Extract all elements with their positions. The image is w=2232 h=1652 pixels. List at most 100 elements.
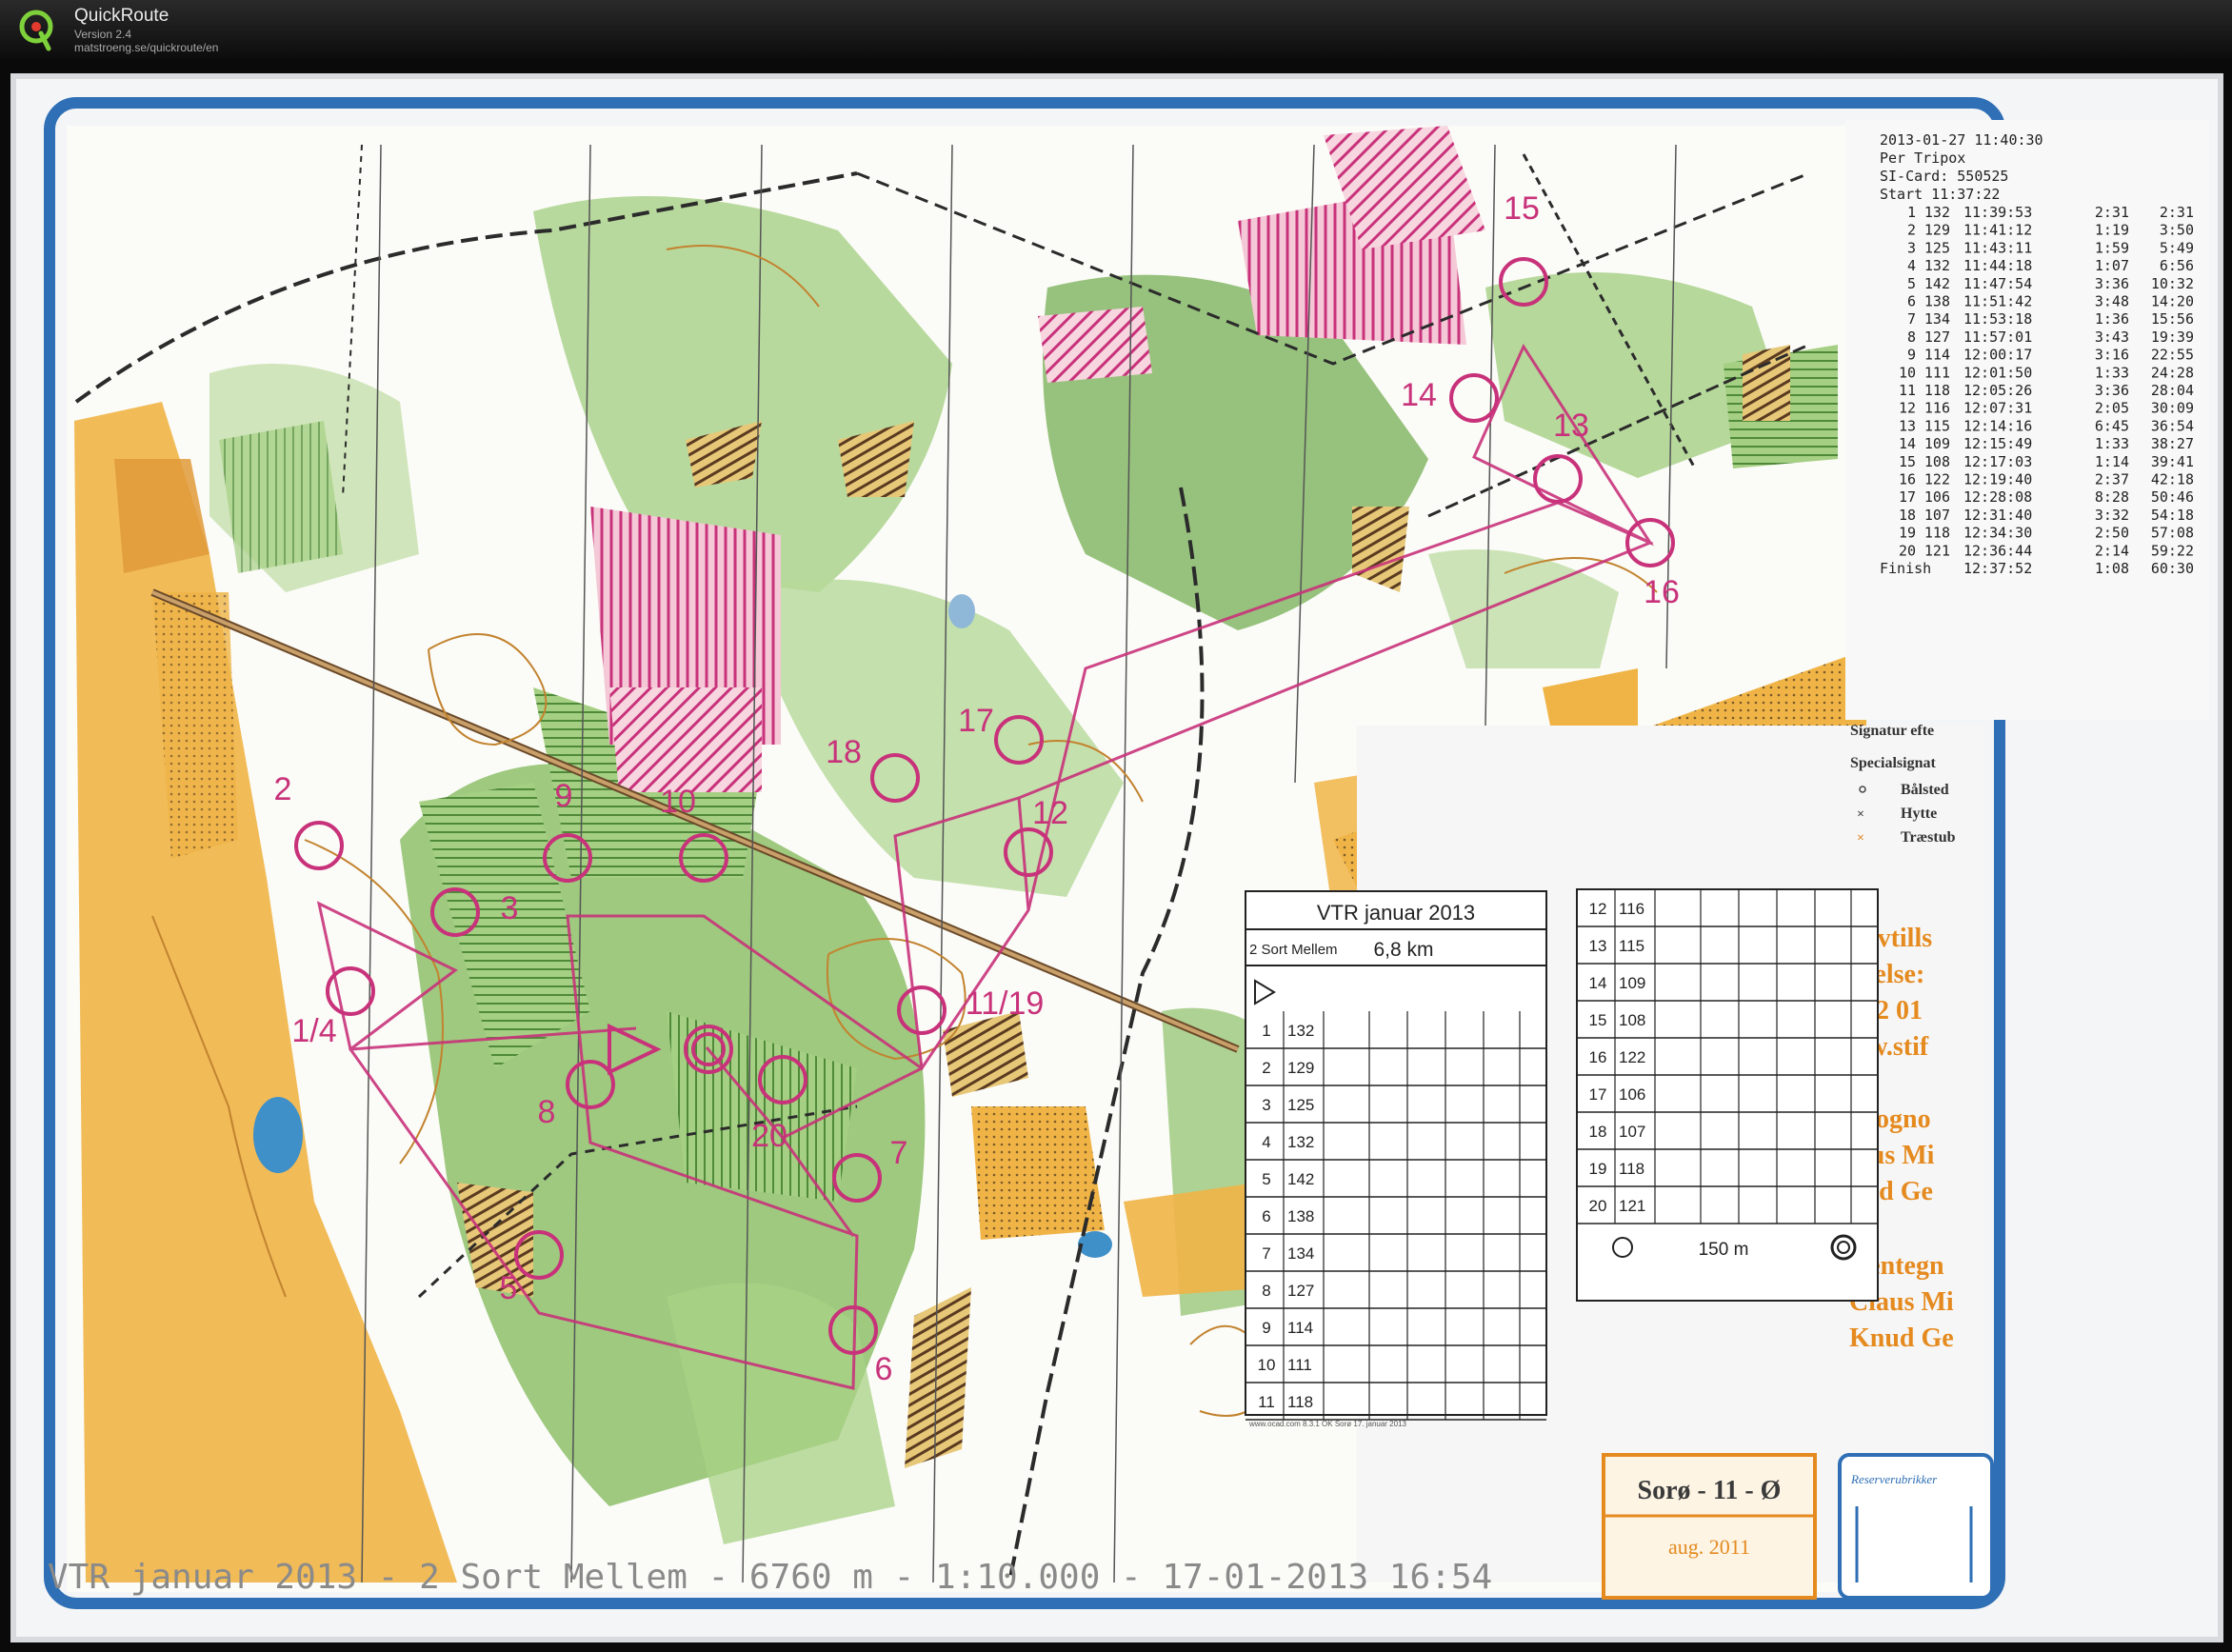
split-cell: 14 [1899, 435, 1916, 452]
description-code: 115 [1619, 937, 1644, 955]
split-cell: 10:32 [2151, 275, 2194, 292]
split-cell: 4 [1907, 257, 1916, 274]
description-code: 109 [1619, 974, 1645, 992]
split-cell: 115 [1924, 417, 1950, 434]
finish-distance: 150 m [1699, 1240, 1749, 1260]
description-course: 2 Sort Mellem [1249, 942, 1338, 958]
split-cell: 24:28 [2151, 364, 2194, 381]
split-cell: 22:55 [2151, 347, 2194, 364]
split-cell: 11:53:18 [1963, 310, 2032, 328]
description-code: 122 [1619, 1048, 1645, 1066]
split-cell: 5 [1907, 275, 1916, 292]
description-number: 6 [1262, 1207, 1270, 1225]
split-cell: 9 [1907, 347, 1916, 364]
control-number: 6 [875, 1351, 893, 1387]
split-cell: 12:05:26 [1963, 382, 2032, 399]
split-cell: 2:37 [2095, 471, 2129, 488]
split-header-line: Per Tripox [1880, 149, 1965, 167]
split-cell: 6:56 [2160, 257, 2194, 274]
split-cell: 11:57:01 [1963, 328, 2032, 346]
split-cell: 138 [1924, 293, 1950, 310]
map-date: aug. 2011 [1668, 1535, 1750, 1559]
split-cell: 2 [1907, 222, 1916, 239]
split-cell: 12:34:30 [1963, 525, 2032, 542]
split-header-line: 2013-01-27 11:40:30 [1880, 131, 2043, 149]
split-cell: 42:18 [2151, 471, 2194, 488]
split-cell: 8 [1907, 328, 1916, 346]
control-number: 12 [1032, 795, 1068, 831]
split-cell: 12:15:49 [1963, 435, 2032, 452]
legend-item: Træstub [1901, 829, 1956, 846]
split-cell: 3:50 [2160, 222, 2194, 239]
split-cell: 1:08 [2095, 560, 2129, 577]
split-header-line: SI-Card: 550525 [1880, 168, 2008, 185]
description-code: 116 [1619, 900, 1644, 918]
description-number: 2 [1262, 1059, 1270, 1077]
description-number: 9 [1262, 1319, 1270, 1337]
split-cell: 7 [1907, 310, 1916, 328]
description-code: 121 [1619, 1197, 1645, 1215]
split-cell: 3:16 [2095, 347, 2129, 364]
reserve-box: Reserverubrikker [1838, 1453, 1994, 1600]
legend-heading-1: Signatur efte [1850, 723, 1934, 739]
description-code: 111 [1287, 1356, 1312, 1374]
split-cell: 1:33 [2095, 435, 2129, 452]
split-printout: 2013-01-27 11:40:30 Per Tripox SI-Card: 55… [1845, 120, 2209, 720]
split-cell: 12:37:52 [1963, 560, 2032, 577]
description-number: 4 [1262, 1133, 1270, 1151]
description-number: 15 [1589, 1011, 1607, 1029]
split-cell: 59:22 [2151, 542, 2194, 559]
orienteering-map[interactable]: 15141316171812239 101/411/19820 756 2013-0… [0, 59, 2232, 1652]
description-number: 7 [1262, 1244, 1270, 1263]
split-cell: 11 [1899, 382, 1916, 399]
split-cell: 1:07 [2095, 257, 2129, 274]
control-number: 15 [1504, 190, 1540, 227]
split-cell: 134 [1924, 310, 1950, 328]
split-cell: 20 [1899, 542, 1916, 559]
control-number: 13 [1553, 408, 1589, 444]
app-url[interactable]: matstroeng.se/quickroute/en [74, 41, 218, 54]
description-code: 127 [1287, 1282, 1314, 1300]
split-cell: 60:30 [2151, 560, 2194, 577]
split-cell: 132 [1924, 204, 1950, 221]
quickroute-logo-icon [19, 10, 53, 51]
legend-heading-2: Specialsignat [1850, 755, 1936, 771]
split-cell: 2:50 [2095, 525, 2129, 542]
split-cell: 1:19 [2095, 222, 2129, 239]
split-cell: 1:33 [2095, 364, 2129, 381]
description-code: 106 [1619, 1085, 1645, 1104]
credit-line: Knud Ge [1849, 1324, 1954, 1353]
control-number: 18 [826, 734, 862, 770]
split-cell: 111 [1924, 364, 1950, 381]
split-cell: 121 [1924, 542, 1950, 559]
split-cell: 14:20 [2151, 293, 2194, 310]
split-cell: 127 [1924, 328, 1950, 346]
description-number: 20 [1589, 1197, 1607, 1215]
description-footer: www.ocad.com 8.3.1 OK Sorø 17. januar 20… [1248, 1420, 1407, 1428]
split-cell: 2:14 [2095, 542, 2129, 559]
split-cell: 1:59 [2095, 239, 2129, 256]
split-cell: 132 [1924, 257, 1950, 274]
map-title-box: Sorø - 11 - Ø aug. 2011 [1602, 1453, 1817, 1600]
split-cell: 109 [1924, 435, 1950, 452]
split-cell: 15:56 [2151, 310, 2194, 328]
description-number: 17 [1589, 1085, 1607, 1104]
split-cell: 28:04 [2151, 382, 2194, 399]
map-view[interactable]: 15 14 13 16 17 18 12 2 3 9 10 1/4 11/19 8 20 7 5 6 2013-0… [0, 59, 2232, 1652]
split-cell: 12 [1899, 400, 1916, 417]
split-cell: 54:18 [2151, 507, 2194, 524]
split-cell: 1 [1907, 204, 1916, 221]
split-cell: 16 [1899, 471, 1916, 488]
map-name: Sorø - 11 - Ø [1638, 1476, 1782, 1505]
split-cell: 57:08 [2151, 525, 2194, 542]
split-cell: 3 [1907, 239, 1916, 256]
split-cell: 106 [1924, 488, 1950, 506]
title-bar: QuickRoute Version 2.4 matstroeng.se/qui… [0, 0, 2232, 59]
description-number: 1 [1262, 1022, 1270, 1040]
split-cell: 3:36 [2095, 382, 2129, 399]
split-cell: 1:36 [2095, 310, 2129, 328]
split-header-line: Start 11:37:22 [1880, 186, 2000, 203]
split-cell: 2:05 [2095, 400, 2129, 417]
description-code: 114 [1287, 1319, 1313, 1337]
split-cell: 50:46 [2151, 488, 2194, 506]
